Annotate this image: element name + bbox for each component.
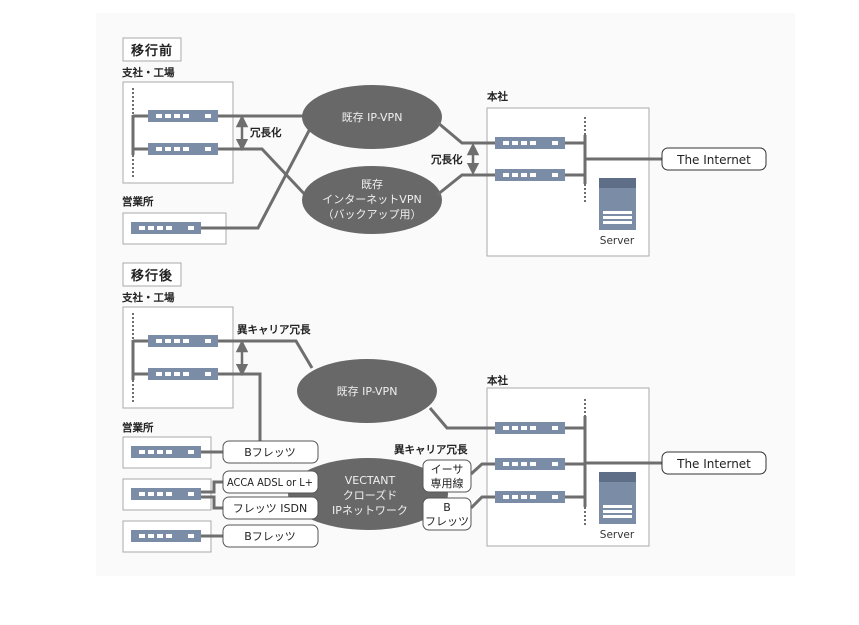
carrier-redundancy-label: 異キャリア冗長 (237, 324, 311, 336)
section-title: 移行後 (131, 268, 173, 284)
hq-redundancy-label: 冗長化 (430, 153, 463, 166)
hq-access-bflets-line-2: フレッツ (425, 515, 469, 528)
branch-label: 支社・工場 (121, 291, 175, 304)
internet-label: The Internet (676, 153, 751, 167)
sales-router-1 (131, 446, 201, 458)
ellipse-ip-vpn-label: 既存 IP-VPN (342, 110, 403, 124)
branch-label: 支社・工場 (121, 66, 175, 79)
access-label-isdn: フレッツ ISDN (233, 502, 307, 515)
branch-router-1 (148, 110, 218, 122)
access-label-bflets-2: Bフレッツ (244, 530, 296, 543)
branch-router-2 (148, 368, 218, 380)
ellipse-internet-vpn-line-2: インターネットVPN (322, 193, 421, 206)
hq-router-1 (495, 422, 565, 434)
hq-carrier-redundancy-label: 異キャリア冗長 (394, 444, 468, 456)
hq-label: 本社 (487, 90, 508, 103)
hq-router-2 (495, 458, 565, 470)
ellipse-ip-vpn-label: 既存 IP-VPN (337, 384, 398, 398)
hq-router-2 (495, 169, 565, 181)
server-icon (599, 178, 636, 230)
vectant-line-2: クローズド (343, 488, 397, 502)
sales-router-2 (131, 488, 201, 500)
ellipse-internet-vpn-line-3: （バックアップ用） (323, 208, 422, 221)
internet-label: The Internet (676, 457, 751, 471)
sales-label: 営業所 (122, 421, 154, 434)
section-title: 移行前 (131, 43, 173, 59)
branch-box (122, 81, 234, 184)
hq-router-1 (495, 137, 565, 149)
server-icon (599, 472, 636, 524)
redundancy-label: 冗長化 (249, 126, 282, 139)
access-label-acca: ACCA ADSL or L+ (227, 476, 313, 489)
ellipse-internet-vpn-line-1: 既存 (361, 177, 383, 191)
sales-label: 営業所 (122, 195, 154, 208)
server-label: Server (600, 529, 635, 541)
network-migration-diagram: 移行前 支社・工場 冗長化 営業所 既存 IP-VPN 既存 インターネットVP… (96, 13, 795, 576)
branch-box (122, 306, 234, 409)
vectant-line-3: IPネットワーク (332, 504, 408, 517)
hq-label: 本社 (487, 374, 508, 387)
vectant-line-1: VECTANT (345, 474, 396, 487)
hq-access-bflets-line-1: B (443, 501, 451, 514)
sales-router (131, 222, 201, 234)
hq-router-3 (495, 491, 565, 503)
sales-router-3 (131, 530, 201, 542)
hq-access-ether-line-2: 専用線 (431, 476, 464, 490)
access-label-bflets-1: Bフレッツ (244, 446, 296, 459)
branch-router-1 (148, 335, 218, 347)
branch-router-2 (148, 143, 218, 155)
hq-access-ether-line-1: イーサ (431, 463, 464, 476)
server-label: Server (600, 235, 635, 247)
